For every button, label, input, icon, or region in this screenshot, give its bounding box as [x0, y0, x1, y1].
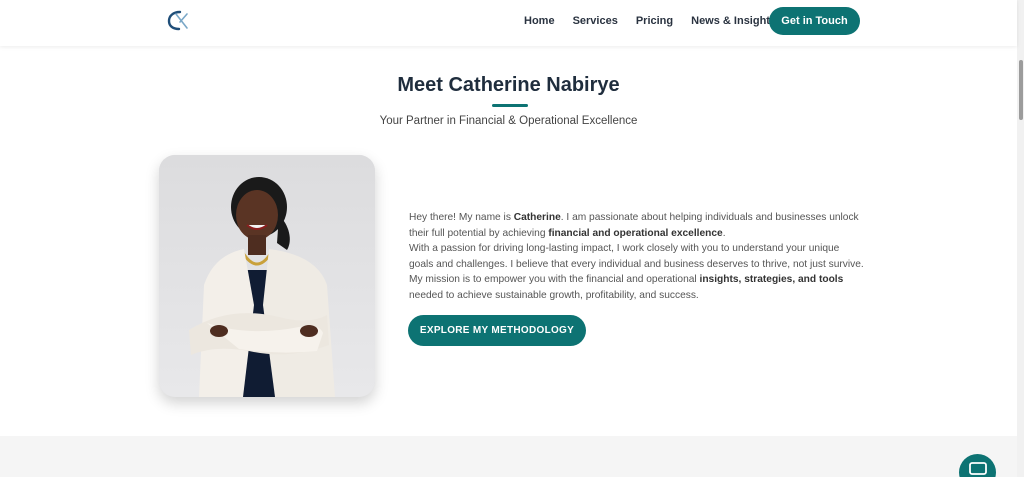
main-nav: Home Services Pricing News & Insights — [510, 14, 794, 28]
bio-name: Catherine — [513, 212, 561, 223]
next-section — [0, 436, 1017, 477]
bio-text-segment: needed to achieve sustainable growth, pr… — [409, 289, 699, 301]
bio-highlight: insights, strategies, and tools — [699, 274, 844, 286]
bio-paragraph-1: Hey there! My name is Catherine. I am pa… — [409, 210, 864, 241]
bio-highlight: financial and operational excellence — [548, 227, 723, 239]
nav-home[interactable]: Home — [524, 14, 555, 28]
bio-text-segment: . — [722, 227, 726, 239]
title-underline — [492, 104, 528, 107]
nav-news-insights[interactable]: News & Insights — [691, 14, 776, 28]
bio-text: Hey there! My name is Catherine. I am pa… — [409, 210, 864, 304]
nav-services[interactable]: Services — [573, 14, 618, 28]
get-in-touch-button[interactable]: Get in Touch — [769, 7, 860, 35]
explore-methodology-button[interactable]: EXPLORE MY METHODOLOGY — [408, 315, 586, 346]
bio-text-segment: Hey there! My name is — [409, 212, 514, 223]
bio-paragraph-3: My mission is to empower you with the fi… — [409, 272, 864, 303]
bio-text-segment: My mission is to empower you with the fi… — [409, 274, 700, 286]
site-header: Home Services Pricing News & Insights Ge… — [0, 0, 1017, 46]
scrollbar-thumb[interactable] — [1019, 60, 1023, 120]
chat-bubble-icon — [968, 462, 987, 477]
page-title: Meet Catherine Nabirye — [397, 74, 620, 96]
about-section: Meet Catherine Nabirye Your Partner in F… — [0, 46, 1017, 436]
bio-paragraph-2: With a passion for driving long-lasting … — [409, 243, 864, 270]
page-subtitle: Your Partner in Financial & Operational … — [379, 115, 638, 127]
brand-logo[interactable] — [164, 8, 192, 34]
portrait-photo — [159, 155, 375, 397]
nav-pricing[interactable]: Pricing — [636, 14, 673, 28]
